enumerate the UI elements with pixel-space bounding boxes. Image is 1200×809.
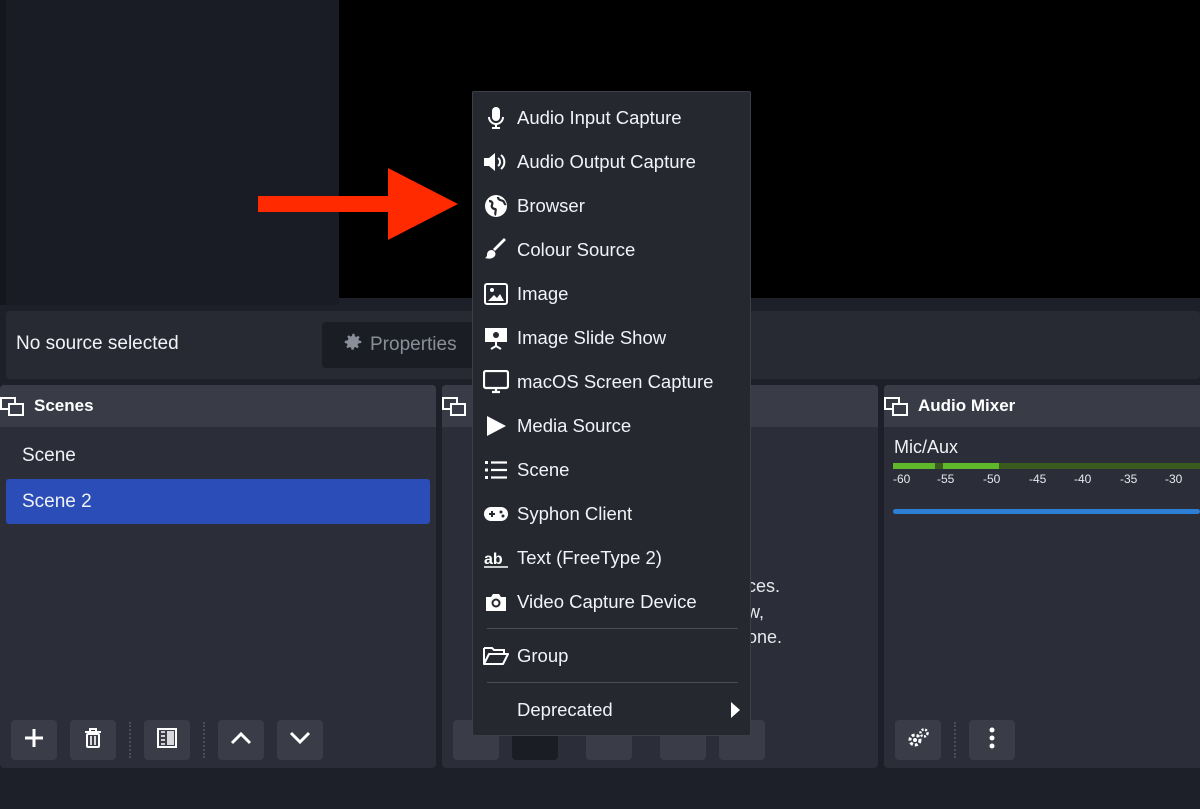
submenu-arrow-icon	[731, 702, 740, 718]
add-source-menu: Audio Input Capture Audio Output Capture…	[472, 91, 751, 736]
speaker-icon	[483, 149, 509, 175]
meter-tick: -35	[1120, 472, 1138, 486]
menu-divider	[487, 682, 738, 683]
image-icon	[483, 281, 509, 307]
more-vertical-icon	[989, 727, 995, 754]
meter-tick: -30	[1165, 472, 1183, 486]
source-status: No source selected	[16, 333, 179, 354]
scenes-dock-header: Scenes	[0, 385, 436, 427]
menu-item-scene[interactable]: Scene	[473, 448, 750, 492]
globe-icon	[483, 193, 509, 219]
meter-tick: -55	[937, 472, 955, 486]
svg-text:ab: ab	[484, 551, 503, 568]
red-arrow-annotation	[258, 168, 458, 240]
chevron-down-icon	[289, 731, 311, 750]
slideshow-icon	[483, 325, 509, 351]
scene-item[interactable]: Scene	[6, 433, 430, 478]
list-icon	[483, 457, 509, 483]
preview-canvas[interactable]	[339, 0, 1200, 298]
menu-item-media-source[interactable]: Media Source	[473, 404, 750, 448]
menu-item-group[interactable]: Group	[473, 634, 750, 678]
trash-icon	[83, 727, 103, 754]
scenes-dock: Scenes Scene Scene 2	[0, 385, 436, 768]
scene-filters-button[interactable]	[144, 720, 190, 760]
add-scene-button[interactable]	[11, 720, 57, 760]
move-scene-down-button[interactable]	[277, 720, 323, 760]
menu-item-syphon-client[interactable]: Syphon Client	[473, 492, 750, 536]
remove-scene-button[interactable]	[70, 720, 116, 760]
camera-icon	[483, 589, 509, 615]
toolbar-separator	[954, 722, 956, 758]
dock-icon[interactable]	[442, 394, 468, 418]
meter-tick: -50	[983, 472, 1001, 486]
audio-meter-ticks: -60 -55 -50 -45 -40 -35 -30	[893, 472, 1200, 488]
preview-left-area	[0, 0, 339, 305]
meter-tick: -40	[1074, 472, 1092, 486]
menu-item-video-capture-device[interactable]: Video Capture Device	[473, 580, 750, 624]
meter-tick: -60	[893, 472, 911, 486]
dock-icon[interactable]	[0, 394, 26, 418]
play-icon	[483, 413, 509, 439]
menu-item-browser[interactable]: Browser	[473, 184, 750, 228]
audio-meter-level	[943, 463, 999, 469]
text-icon: ab	[483, 545, 509, 571]
gears-icon	[906, 727, 930, 754]
mixer-channel-label: Mic/Aux	[894, 437, 959, 457]
menu-item-macos-screen-capture[interactable]: macOS Screen Capture	[473, 360, 750, 404]
volume-slider[interactable]	[893, 509, 1200, 514]
monitor-icon	[483, 369, 509, 395]
audio-mixer-title: Audio Mixer	[918, 396, 1016, 415]
menu-item-image-slide-show[interactable]: Image Slide Show	[473, 316, 750, 360]
chevron-up-icon	[230, 731, 252, 750]
menu-divider	[487, 628, 738, 629]
properties-button[interactable]: Properties	[322, 322, 492, 368]
sources-hint-line: ces.	[747, 576, 781, 596]
scenes-title: Scenes	[34, 396, 94, 415]
audio-mixer-header: Audio Mixer	[884, 385, 1200, 427]
toolbar-separator	[203, 722, 205, 758]
gamepad-icon	[483, 501, 509, 527]
audio-meter-track	[893, 463, 1200, 469]
paint-brush-icon	[483, 237, 509, 263]
microphone-icon	[483, 105, 509, 131]
plus-icon	[23, 727, 45, 754]
toolbar-separator	[129, 722, 131, 758]
dock-icon[interactable]	[884, 394, 910, 418]
menu-item-audio-input-capture[interactable]: Audio Input Capture	[473, 96, 750, 140]
menu-item-deprecated[interactable]: Deprecated	[473, 688, 750, 732]
sources-hint-line: one.	[747, 627, 783, 647]
menu-item-image[interactable]: Image	[473, 272, 750, 316]
menu-item-text-freetype2[interactable]: ab Text (FreeType 2)	[473, 536, 750, 580]
audio-meter-level	[893, 463, 935, 469]
mixer-menu-button[interactable]	[969, 720, 1015, 760]
audio-mixer-dock: Audio Mixer Mic/Aux	[884, 385, 1200, 768]
move-scene-up-button[interactable]	[218, 720, 264, 760]
scene-item-active[interactable]: Scene 2	[6, 479, 430, 524]
folder-open-icon	[483, 643, 509, 669]
filter-icon	[156, 727, 178, 754]
menu-item-audio-output-capture[interactable]: Audio Output Capture	[473, 140, 750, 184]
properties-label: Properties	[370, 334, 457, 355]
menu-item-colour-source[interactable]: Colour Source	[473, 228, 750, 272]
gear-icon	[342, 331, 364, 359]
mixer-settings-button[interactable]	[895, 720, 941, 760]
meter-tick: -45	[1029, 472, 1047, 486]
